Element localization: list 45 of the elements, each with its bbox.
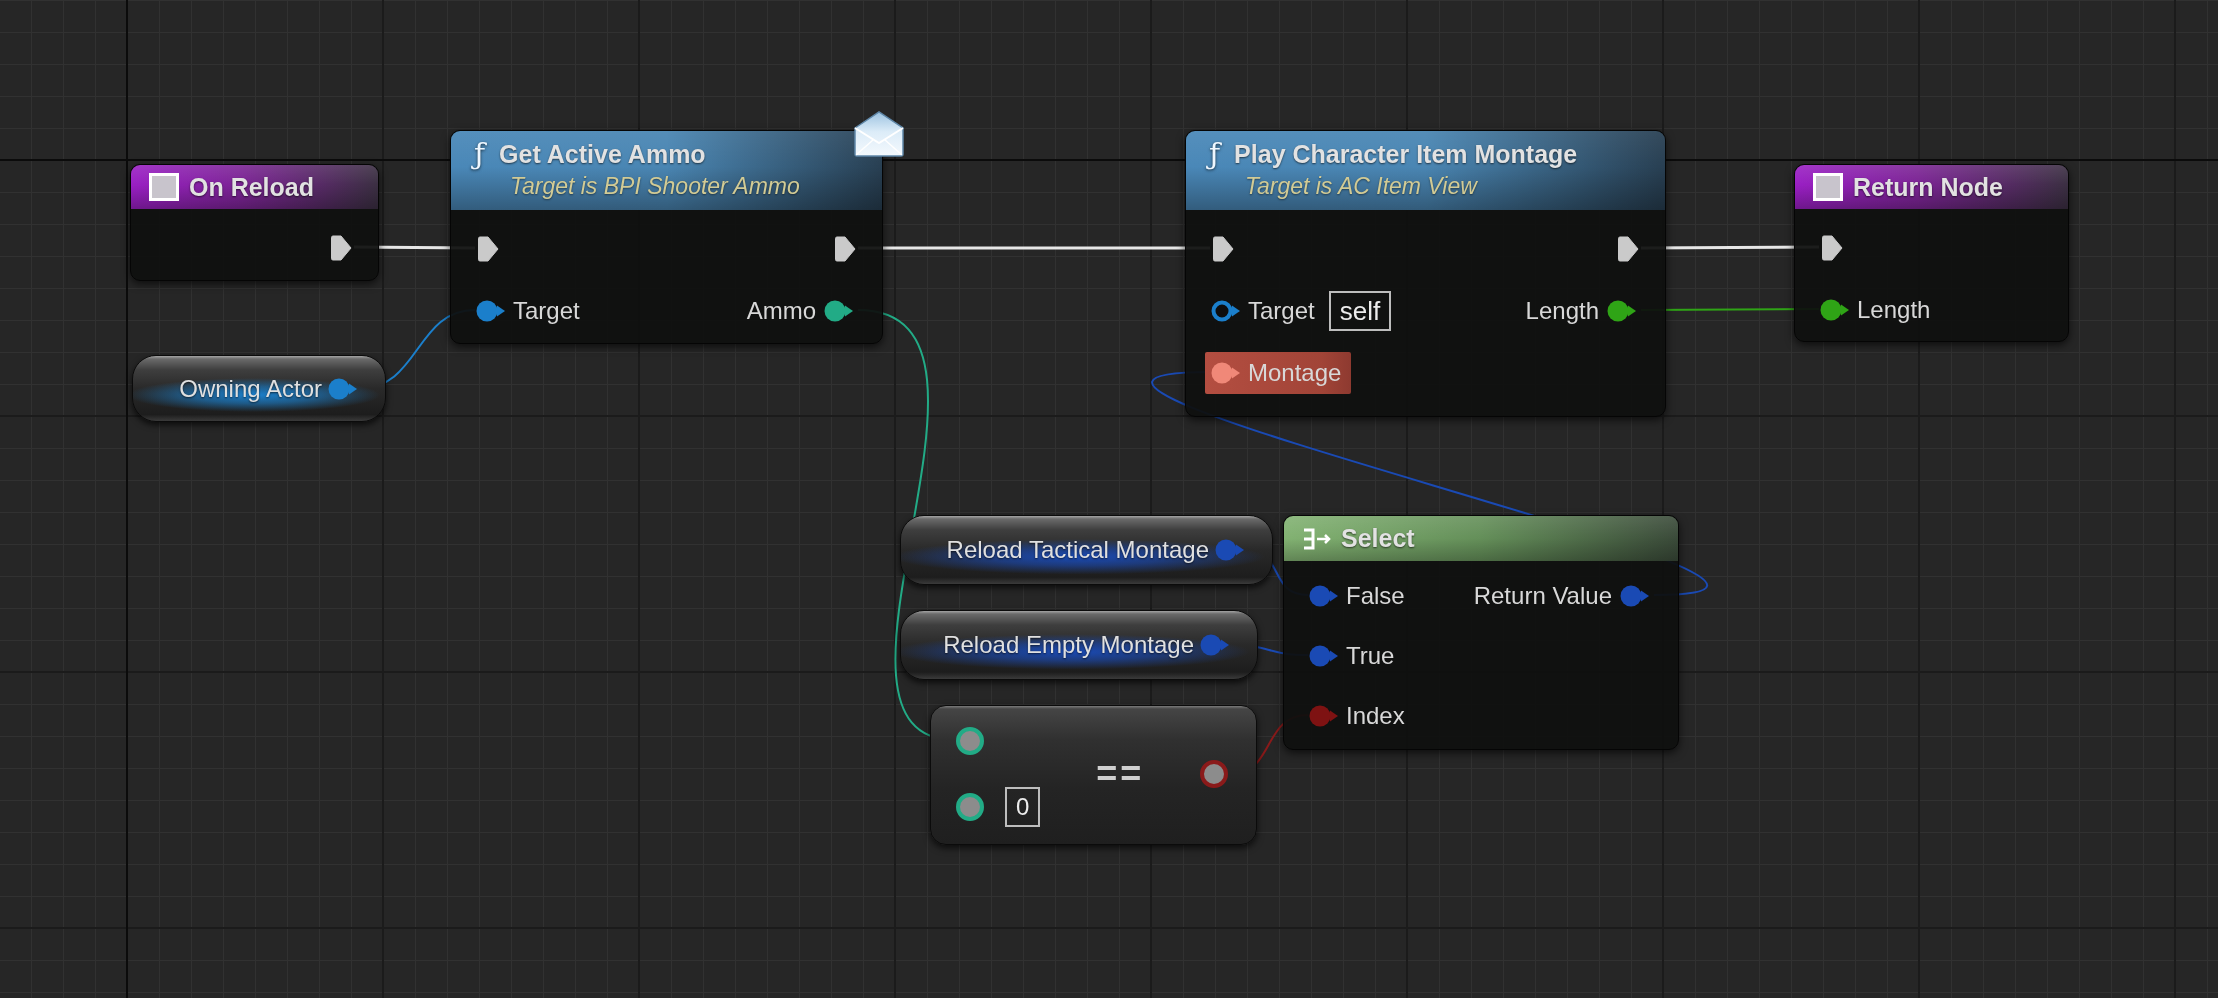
operator-symbol: == — [1096, 753, 1145, 795]
node-title: Get Active Ammo — [499, 139, 706, 169]
input-pin[interactable]: Target — [1205, 290, 1325, 332]
pin-icon[interactable] — [824, 300, 853, 322]
pin-icon[interactable] — [956, 793, 984, 821]
variable-name: Reload Empty Montage — [943, 631, 1194, 659]
node-subtitle: Target is AC Item View — [1245, 172, 1477, 201]
exec-pin-icon[interactable] — [1616, 235, 1640, 263]
node-title: On Reload — [189, 172, 314, 202]
variable-node[interactable]: Reload Empty Montage — [900, 610, 1258, 680]
variable-name: Owning Actor — [179, 374, 322, 403]
function-icon: ƒ — [470, 134, 490, 174]
value-field[interactable]: 0 — [1005, 787, 1041, 827]
pin-icon[interactable] — [476, 300, 505, 322]
input-pin[interactable]: Length — [1814, 289, 1941, 331]
event-node[interactable]: On Reload — [130, 164, 379, 281]
pin-icon[interactable] — [328, 377, 357, 400]
event-node[interactable]: Return Node Length — [1794, 164, 2069, 342]
function-icon: ƒ — [1205, 134, 1225, 174]
pin-icon[interactable] — [1820, 299, 1849, 321]
value-field[interactable]: self — [1328, 291, 1392, 331]
variable-node[interactable]: Owning Actor — [132, 355, 386, 422]
function-node[interactable]: ƒ Get Active Ammo Target is BPI Shooter Ammo Target Ammo — [450, 130, 883, 344]
output-pin[interactable]: Ammo — [740, 290, 863, 332]
function-node[interactable]: ƒ Play Character Item Montage Target is AC Item View Target self Length Montage — [1185, 130, 1666, 417]
compare-node[interactable]: 0 == — [930, 705, 1257, 845]
pin-icon[interactable] — [1607, 300, 1636, 322]
exec-pin-icon[interactable] — [1211, 235, 1235, 263]
pin-icon[interactable] — [956, 727, 984, 755]
pin-icon[interactable] — [1200, 760, 1228, 788]
event-icon — [149, 173, 179, 201]
variable-name: Reload Tactical Montage — [946, 536, 1209, 564]
input-pin[interactable]: Target — [470, 290, 590, 332]
node-subtitle: Target is BPI Shooter Ammo — [510, 172, 800, 201]
event-icon — [1813, 173, 1843, 201]
pin-icon[interactable] — [1211, 300, 1240, 322]
node-title: Return Node — [1853, 172, 2003, 202]
input-pin[interactable]: True — [1303, 635, 1405, 677]
exec-pin-icon[interactable] — [1820, 234, 1844, 262]
exec-pin-icon[interactable] — [833, 235, 857, 263]
exec-pin-icon[interactable] — [329, 234, 353, 262]
node-title: Play Character Item Montage — [1234, 139, 1578, 169]
exec-pin-icon[interactable] — [476, 235, 500, 263]
output-pin[interactable]: Length — [1519, 290, 1646, 332]
input-pin[interactable]: Index — [1303, 695, 1415, 737]
